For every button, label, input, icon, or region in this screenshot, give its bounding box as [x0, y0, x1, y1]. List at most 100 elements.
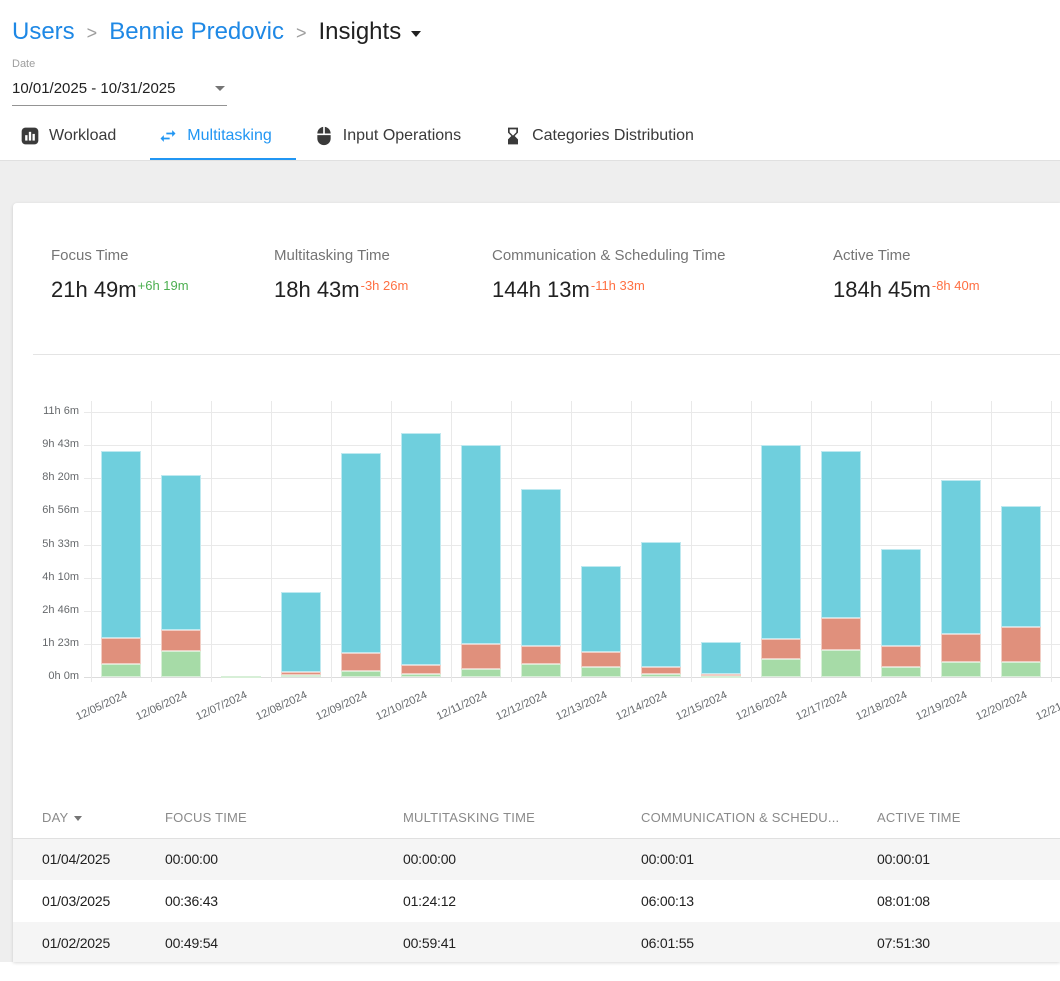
- tab-workload[interactable]: Workload: [12, 114, 140, 160]
- delta-badge: -11h 33m: [591, 278, 645, 293]
- column-header-multitasking-time[interactable]: MULTITASKING TIME: [403, 798, 641, 838]
- cell-multitasking: 00:00:00: [403, 838, 641, 880]
- bar-segment-salmon: [161, 630, 201, 651]
- gridline-vertical: [151, 401, 152, 682]
- cell-communication: 00:00:01: [641, 838, 877, 880]
- bar-segment-salmon: [941, 634, 981, 662]
- cell-day: 01/04/2025: [13, 838, 165, 880]
- gridline-vertical: [991, 401, 992, 682]
- bar-segment-blue: [161, 475, 201, 630]
- tab-multitasking[interactable]: Multitasking: [150, 114, 295, 160]
- gridline-vertical: [691, 401, 692, 682]
- column-header-focus-time[interactable]: FOCUS TIME: [165, 798, 403, 838]
- insights-card: Focus Time 21h 49m+6h 19m Multitasking T…: [13, 203, 1060, 962]
- cell-active: 07:51:30: [877, 922, 1060, 962]
- bar-segment-salmon: [641, 667, 681, 674]
- table-row[interactable]: 01/04/2025 00:00:00 00:00:00 00:00:01 00…: [13, 838, 1060, 880]
- column-header-day[interactable]: DAY: [13, 798, 165, 838]
- summary-label: Multitasking Time: [274, 247, 492, 265]
- bar-segment-salmon: [761, 639, 801, 659]
- tab-categories-distribution[interactable]: Categories Distribution: [495, 114, 718, 160]
- date-range-value: 10/01/2025 - 10/31/2025: [12, 80, 175, 97]
- tab-label: Categories Distribution: [532, 127, 694, 145]
- cell-day: 01/02/2025: [13, 922, 165, 962]
- cell-communication: 06:00:13: [641, 880, 877, 922]
- bar-segment-blue: [941, 480, 981, 634]
- cell-day: 01/03/2025: [13, 880, 165, 922]
- gridline-vertical: [751, 401, 752, 682]
- gridline-vertical: [931, 401, 932, 682]
- summary-label: Focus Time: [51, 247, 274, 265]
- summary-label: Active Time: [833, 247, 1060, 265]
- y-axis-label: 9h 43m: [13, 438, 79, 450]
- bar-segment-green: [821, 650, 861, 677]
- cell-multitasking: 01:24:12: [403, 880, 641, 922]
- bar-segment-salmon: [521, 646, 561, 664]
- y-axis-label: 0h 0m: [13, 670, 79, 682]
- multitasking-stacked-bar-chart: 0h 0m1h 23m2h 46m4h 10m5h 33m6h 56m8h 20…: [13, 398, 1060, 746]
- bar-segment-green: [581, 667, 621, 677]
- bar-segment-salmon: [401, 665, 441, 674]
- daily-breakdown-table: DAY FOCUS TIME MULTITASKING TIME COMMUNI…: [13, 798, 1060, 962]
- bar-segment-salmon: [821, 618, 861, 650]
- gridline-vertical: [1051, 401, 1052, 682]
- bar-segment-blue: [101, 451, 141, 638]
- bar-segment-blue: [281, 592, 321, 672]
- bar-segment-salmon: [581, 652, 621, 667]
- bar-segment-green: [701, 676, 741, 678]
- gridline-horizontal: [84, 511, 1060, 512]
- breadcrumb: Users > Bennie Predovic > Insights: [0, 0, 1060, 56]
- gridline-vertical: [871, 401, 872, 682]
- cell-focus: 00:36:43: [165, 880, 403, 922]
- bar-segment-green: [281, 675, 321, 677]
- bar-segment-blue: [1001, 506, 1041, 627]
- summary-row: Focus Time 21h 49m+6h 19m Multitasking T…: [13, 203, 1060, 354]
- gridline-vertical: [331, 401, 332, 682]
- bar-chart-icon: [20, 126, 40, 146]
- chevron-down-icon: [215, 86, 225, 91]
- summary-value: 18h 43m-3h 26m: [274, 277, 492, 303]
- gridline-vertical: [631, 401, 632, 682]
- bar-segment-blue: [881, 549, 921, 646]
- gridline-vertical: [451, 401, 452, 682]
- column-header-communication-time[interactable]: COMMUNICATION & SCHEDU...: [641, 798, 877, 838]
- insights-tabs: Workload Multitasking Input Operations C…: [0, 114, 1060, 161]
- breadcrumb-link-users[interactable]: Users: [12, 18, 75, 46]
- bar-segment-green: [941, 662, 981, 677]
- delta-badge: -8h 40m: [932, 278, 980, 293]
- date-range-picker[interactable]: 10/01/2025 - 10/31/2025: [12, 76, 227, 106]
- gridline-horizontal: [84, 445, 1060, 446]
- bar-segment-blue: [401, 433, 441, 665]
- bar-segment-green: [461, 669, 501, 677]
- y-axis-label: 5h 33m: [13, 538, 79, 550]
- table-header-row: DAY FOCUS TIME MULTITASKING TIME COMMUNI…: [13, 798, 1060, 838]
- page-content: Focus Time 21h 49m+6h 19m Multitasking T…: [0, 161, 1060, 962]
- bar-segment-blue: [521, 489, 561, 646]
- tab-input-operations[interactable]: Input Operations: [306, 114, 485, 160]
- summary-card-multitasking-time: Multitasking Time 18h 43m-3h 26m: [274, 247, 492, 303]
- bar-segment-salmon: [461, 644, 501, 669]
- bar-segment-green: [761, 659, 801, 677]
- summary-value: 144h 13m-11h 33m: [492, 277, 833, 303]
- date-filter: Date 10/01/2025 - 10/31/2025: [0, 56, 1060, 106]
- tab-label: Multitasking: [187, 127, 271, 145]
- column-header-active-time[interactable]: ACTIVE TIME: [877, 798, 1060, 838]
- swap-arrows-icon: [158, 126, 178, 146]
- summary-value: 21h 49m+6h 19m: [51, 277, 274, 303]
- bar-segment-green: [341, 671, 381, 677]
- table-row[interactable]: 01/03/2025 00:36:43 01:24:12 06:00:13 08…: [13, 880, 1060, 922]
- gridline-vertical: [811, 401, 812, 682]
- summary-label: Communication & Scheduling Time: [492, 247, 833, 265]
- bar-segment-green: [221, 676, 261, 678]
- table-row[interactable]: 01/02/2025 00:49:54 00:59:41 06:01:55 07…: [13, 922, 1060, 962]
- breadcrumb-link-user[interactable]: Bennie Predovic: [109, 18, 284, 46]
- delta-badge: -3h 26m: [361, 278, 409, 293]
- bar-segment-blue: [641, 542, 681, 667]
- cell-active: 08:01:08: [877, 880, 1060, 922]
- breadcrumb-separator: >: [296, 23, 307, 44]
- y-axis-label: 2h 46m: [13, 604, 79, 616]
- gridline-vertical: [211, 401, 212, 682]
- breadcrumb-current-dropdown[interactable]: Insights: [318, 18, 421, 46]
- y-axis-label: 11h 6m: [13, 405, 79, 417]
- page-header: Users > Bennie Predovic > Insights Date …: [0, 0, 1060, 161]
